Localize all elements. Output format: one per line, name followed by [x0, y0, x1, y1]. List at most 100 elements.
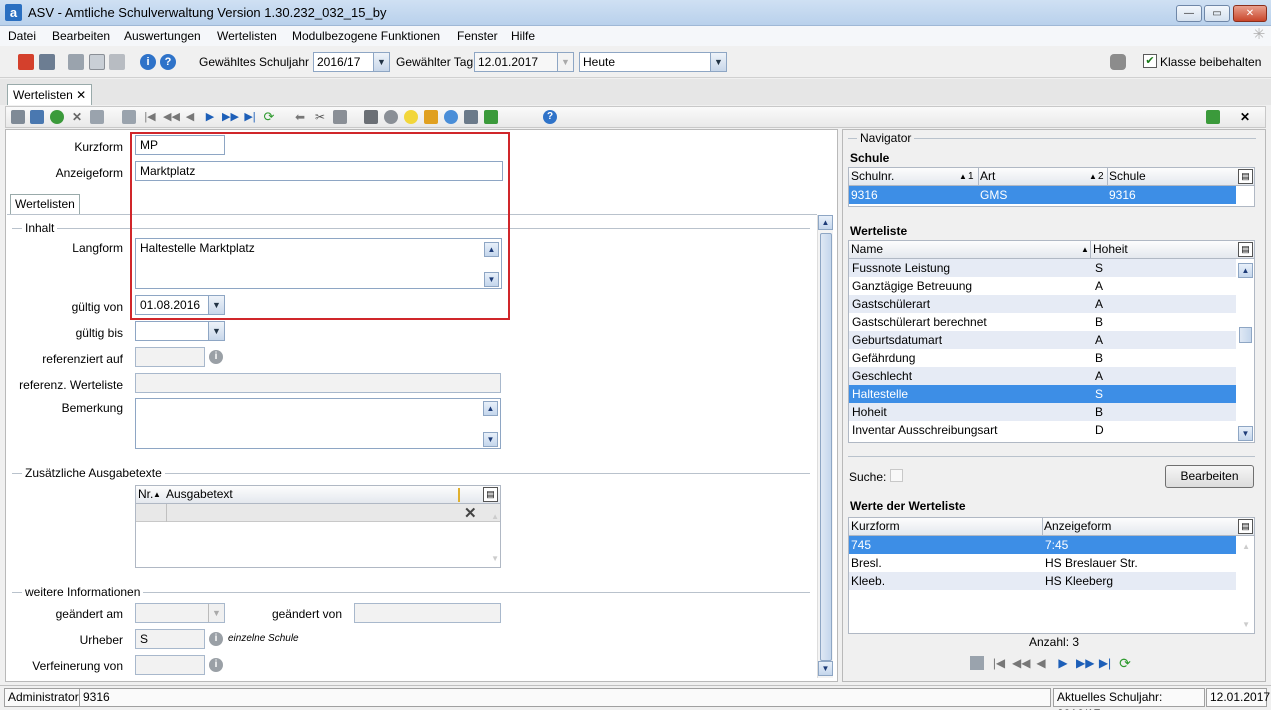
- table-row[interactable]: Inventar Ausschreibungsart D: [849, 421, 1236, 439]
- window-icon[interactable]: [89, 54, 105, 70]
- first-record-icon[interactable]: |◀: [992, 656, 1006, 670]
- menu-bearbeiten[interactable]: Bearbeiten: [52, 29, 110, 43]
- suche-checkbox[interactable]: [890, 469, 903, 482]
- col-schulnr[interactable]: Schulnr.: [851, 168, 894, 185]
- subtab-wertelisten[interactable]: Wertelisten: [10, 194, 80, 214]
- klasse-checkbox[interactable]: ✔: [1143, 54, 1157, 68]
- schule-grid[interactable]: Schulnr. ▲ 1 Art ▲ 2 Schule ▤ 9316 GMS 9…: [848, 167, 1255, 207]
- langform-textarea[interactable]: Haltestelle Marktplatz: [135, 238, 502, 289]
- sync-icon[interactable]: [1206, 110, 1220, 124]
- refresh-icon[interactable]: ⟳: [262, 110, 276, 124]
- new-icon[interactable]: [11, 110, 25, 124]
- col-kurzform[interactable]: Kurzform: [851, 518, 900, 535]
- ausgabetext-new-row[interactable]: ✕: [136, 504, 500, 522]
- copy-record-icon[interactable]: [970, 656, 984, 670]
- scroll-up-icon[interactable]: ▲: [483, 401, 498, 416]
- menu-datei[interactable]: Datei: [8, 29, 36, 43]
- clear-row-icon[interactable]: ✕: [464, 504, 477, 522]
- col-nr[interactable]: Nr.: [138, 486, 153, 503]
- next-page-icon[interactable]: ▶▶: [1076, 656, 1094, 670]
- last-record-icon[interactable]: ▶|: [1098, 656, 1112, 670]
- database-icon[interactable]: [1110, 54, 1126, 70]
- column-chooser-icon[interactable]: ▤: [1238, 519, 1253, 534]
- maximize-button[interactable]: ▭: [1204, 5, 1230, 22]
- refresh-icon[interactable]: ⟳: [1118, 656, 1132, 670]
- document-list-icon[interactable]: [39, 54, 55, 70]
- table-row[interactable]: Gefährdung B: [849, 349, 1236, 367]
- col-anzeigeform[interactable]: Anzeigeform: [1044, 518, 1111, 535]
- copy-record-icon[interactable]: [122, 110, 136, 124]
- ausgabetext-grid[interactable]: Nr. ▲ Ausgabetext ▤ ✕ ▲ ▼: [135, 485, 501, 568]
- arrow-left-icon[interactable]: ⬅: [293, 110, 307, 124]
- save-icon[interactable]: [30, 110, 44, 124]
- undo-icon[interactable]: [50, 110, 64, 124]
- scroll-thumb[interactable]: [1239, 327, 1252, 343]
- col-hoheit[interactable]: Hoheit: [1093, 241, 1128, 258]
- help-icon[interactable]: ?: [160, 54, 176, 70]
- scroll-down-icon[interactable]: ▼: [1238, 426, 1253, 441]
- previous-record-icon[interactable]: ◀: [1034, 656, 1048, 670]
- column-chooser-icon[interactable]: ▤: [1238, 169, 1253, 184]
- gueltig-von-input[interactable]: 01.08.2016 ▼: [135, 295, 225, 315]
- heute-select[interactable]: Heute ▼: [579, 52, 727, 72]
- scroll-down-icon[interactable]: ▼: [483, 432, 498, 447]
- export-icon[interactable]: [484, 110, 498, 124]
- next-record-icon[interactable]: ▶: [203, 110, 217, 124]
- close-window-button[interactable]: ✕: [1233, 5, 1267, 22]
- table-row[interactable]: Haltestelle S: [849, 385, 1236, 403]
- last-record-icon[interactable]: ▶|: [243, 110, 257, 124]
- next-page-icon[interactable]: ▶▶: [222, 110, 239, 124]
- help-icon[interactable]: ?: [543, 110, 557, 124]
- table-row[interactable]: Geburtsdatumart A: [849, 331, 1236, 349]
- table-row[interactable]: 9316 GMS 9316: [849, 186, 1236, 204]
- menu-modulbezogene-funktionen[interactable]: Modulbezogene Funktionen: [292, 29, 440, 43]
- menu-wertelisten[interactable]: Wertelisten: [217, 29, 277, 43]
- minimize-button[interactable]: —: [1176, 5, 1202, 22]
- menu-auswertungen[interactable]: Auswertungen: [124, 29, 201, 43]
- first-record-icon[interactable]: |◀: [143, 110, 157, 124]
- schuljahr-select[interactable]: 2016/17 ▼: [313, 52, 390, 72]
- form-icon[interactable]: [90, 110, 104, 124]
- lightning-icon[interactable]: [109, 54, 125, 70]
- info-icon[interactable]: i: [209, 632, 223, 646]
- clock-icon[interactable]: [444, 110, 458, 124]
- cut-icon[interactable]: ✂: [313, 110, 327, 124]
- chevron-down-icon[interactable]: ▼: [208, 296, 224, 314]
- scroll-thumb[interactable]: [820, 233, 832, 661]
- gueltig-bis-input[interactable]: ▼: [135, 321, 225, 341]
- paste-icon[interactable]: [333, 110, 347, 124]
- col-name[interactable]: Name: [851, 241, 883, 258]
- tag-select[interactable]: 12.01.2017 ▼: [474, 52, 574, 72]
- table-row[interactable]: Fussnote Leistung S: [849, 259, 1236, 277]
- col-ausgabetext[interactable]: Ausgabetext: [166, 486, 233, 503]
- scroll-down-icon[interactable]: ▼: [818, 661, 833, 676]
- anzeigeform-input[interactable]: Marktplatz: [135, 161, 503, 181]
- column-chooser-icon[interactable]: ▤: [1238, 242, 1253, 257]
- print-icon[interactable]: [364, 110, 378, 124]
- bemerkung-textarea[interactable]: [135, 398, 501, 449]
- table-row[interactable]: Geschlecht A: [849, 367, 1236, 385]
- next-record-icon[interactable]: ▶: [1056, 656, 1070, 670]
- tab-wertelisten[interactable]: Wertelisten ✕: [7, 84, 93, 105]
- info-icon[interactable]: i: [140, 54, 156, 70]
- menu-hilfe[interactable]: Hilfe: [511, 29, 535, 43]
- eye-icon[interactable]: [384, 110, 398, 124]
- copy-icon[interactable]: [68, 54, 84, 70]
- kurzform-input[interactable]: MP: [135, 135, 225, 155]
- previous-page-icon[interactable]: ◀◀: [1012, 656, 1030, 670]
- table-row[interactable]: Bresl. HS Breslauer Str.: [849, 554, 1236, 572]
- table-row[interactable]: 745 7:45: [849, 536, 1236, 554]
- col-art[interactable]: Art: [980, 168, 995, 185]
- info-icon[interactable]: i: [209, 350, 223, 364]
- scroll-up-icon[interactable]: ▲: [1238, 263, 1253, 278]
- form-scrollbar[interactable]: ▲ ▼: [817, 215, 833, 678]
- broom-icon[interactable]: [424, 110, 438, 124]
- scroll-up-icon[interactable]: ▲: [484, 242, 499, 257]
- table-row[interactable]: Gastschülerart berechnet B: [849, 313, 1236, 331]
- menu-fenster[interactable]: Fenster: [457, 29, 498, 43]
- selection-icon[interactable]: [464, 110, 478, 124]
- bearbeiten-button[interactable]: Bearbeiten: [1165, 465, 1254, 488]
- table-row[interactable]: Hoheit B: [849, 403, 1236, 421]
- chevron-down-icon[interactable]: ▼: [208, 322, 224, 340]
- table-row[interactable]: Gastschülerart A: [849, 295, 1236, 313]
